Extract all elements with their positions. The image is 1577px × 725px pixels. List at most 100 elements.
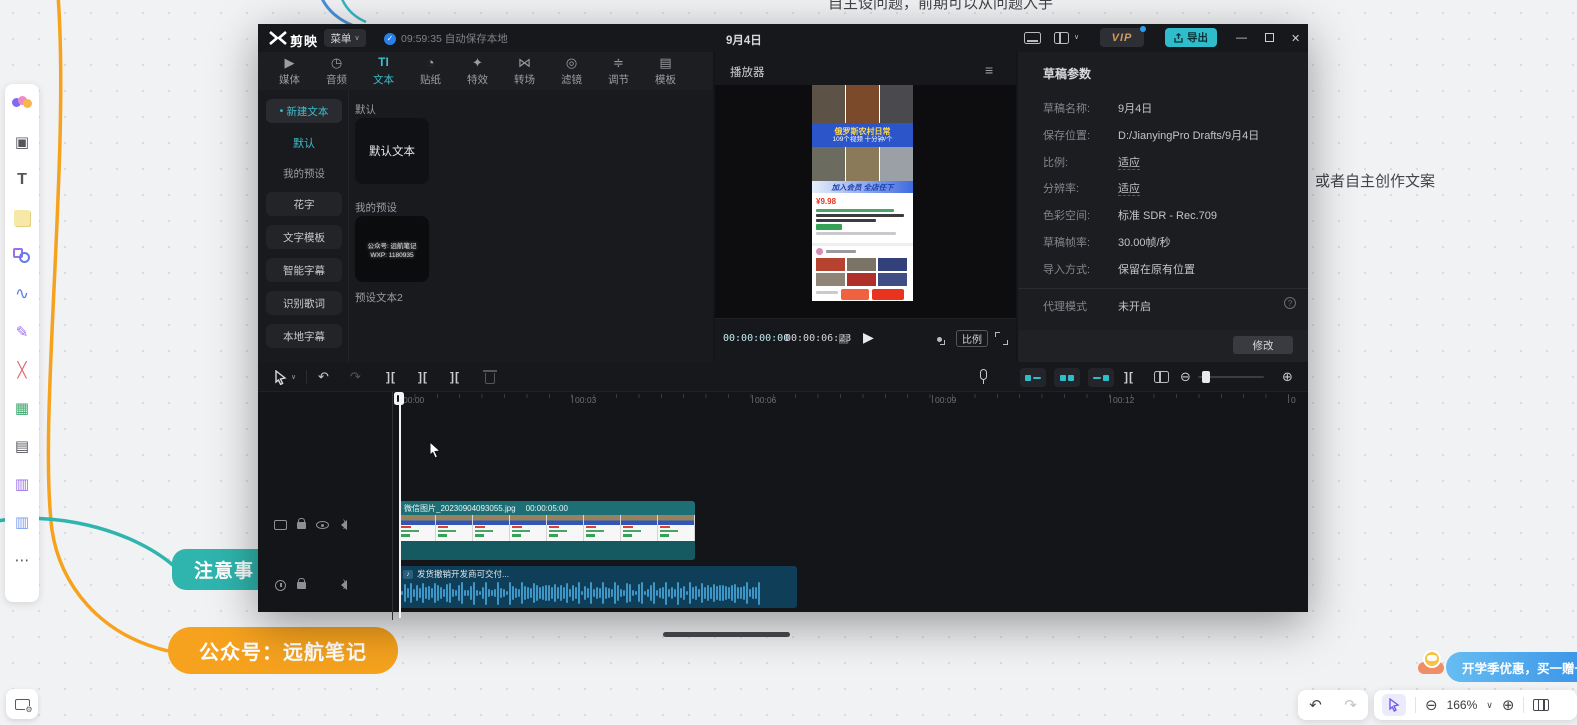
document-tool-icon[interactable]: ▤ xyxy=(10,434,34,458)
default-text-card[interactable]: 默认文本 xyxy=(355,118,429,184)
record-voiceover-icon[interactable] xyxy=(980,369,987,380)
close-button[interactable]: ✕ xyxy=(1291,32,1300,45)
draft-row: 色彩空间:标准 SDR - Rec.709 xyxy=(1043,207,1293,223)
tab-text[interactable]: TI文本 xyxy=(360,52,407,90)
more-tools-icon[interactable]: ⋯ xyxy=(10,548,34,572)
player-menu-icon[interactable]: ≡ xyxy=(985,62,993,78)
filter-icon: ◎ xyxy=(566,56,577,70)
ratio-button[interactable]: 比例 xyxy=(956,330,988,347)
frame-preview-icon[interactable]: ▦ xyxy=(838,331,849,345)
tab-filter[interactable]: ◎滤镜 xyxy=(548,52,595,90)
wb-zoom-out-icon[interactable]: ⊖ xyxy=(1425,698,1438,713)
auto-preview-toggle[interactable] xyxy=(1054,368,1080,387)
wb-redo-icon[interactable]: ↷ xyxy=(1344,698,1357,713)
video-track-mute-icon[interactable] xyxy=(336,520,347,530)
wb-undo-icon[interactable]: ↶ xyxy=(1309,698,1322,713)
maximize-button[interactable] xyxy=(1265,33,1274,42)
canvas-fit-icon[interactable] xyxy=(932,332,945,345)
track-adjust-icon[interactable]: ][ xyxy=(1124,371,1134,383)
tab-media[interactable]: ▶媒体 xyxy=(266,52,313,90)
connector-tool-icon[interactable]: ∿ xyxy=(10,282,34,306)
proxy-info-icon[interactable]: ? xyxy=(1284,297,1296,309)
select-tool-icon[interactable] xyxy=(274,370,287,385)
redo-icon[interactable]: ↷ xyxy=(350,370,361,383)
shape-combo xyxy=(13,248,31,264)
zoom-chevron-icon[interactable]: ∨ xyxy=(1486,701,1493,710)
video-clip-name: 微信图片_20230904093055.jpg xyxy=(404,503,516,514)
audio-track-clock-icon[interactable] xyxy=(275,580,286,591)
minimap-icon[interactable] xyxy=(1533,699,1549,711)
row-value[interactable]: 适应 xyxy=(1118,154,1140,170)
video-canvas: 俄罗斯农村日常 109个视频 十分钟/个 加入会员 全店任下 ¥9.98 xyxy=(715,85,1016,318)
timeline-scrollbar[interactable] xyxy=(663,632,790,637)
export-button[interactable]: 导出 xyxy=(1165,28,1217,47)
track-display-icon[interactable] xyxy=(274,520,287,530)
zoom-level[interactable]: 166% xyxy=(1447,698,1478,712)
timeline-zoom-out-icon[interactable]: ⊖ xyxy=(1180,370,1191,383)
table-tool-icon[interactable]: ▦ xyxy=(10,396,34,420)
play-button[interactable]: ▶ xyxy=(863,329,874,346)
sidebar-item-my-presets[interactable]: 我的预设 xyxy=(266,161,342,185)
sidebar-item-smart-captions[interactable]: 智能字幕 xyxy=(266,258,342,282)
menu-button[interactable]: 菜单 ∨ xyxy=(324,29,366,47)
video-track-visibility-icon[interactable] xyxy=(316,521,329,529)
slider-handle[interactable] xyxy=(1202,371,1210,383)
timeline-ruler[interactable]: 00:00 00:03 00:06 00:09 00:12 0 xyxy=(258,392,1308,408)
minimize-button[interactable]: — xyxy=(1236,32,1247,44)
mindmap-tool-icon[interactable]: ╳ xyxy=(10,358,34,382)
split-left-icon[interactable]: ][ xyxy=(386,371,396,383)
promo-banner[interactable]: 开学季优惠，买一赠一 xyxy=(1446,652,1577,682)
vip-button[interactable]: VIP xyxy=(1100,28,1144,47)
layout-switch-icon[interactable] xyxy=(1054,32,1069,44)
pen-tool-icon[interactable]: ✎ xyxy=(10,320,34,344)
card-tool-icon[interactable]: ▥ xyxy=(10,472,34,496)
timeline-zoom-in-icon[interactable]: ⊕ xyxy=(1282,370,1293,383)
sidebar-item-local-captions[interactable]: 本地字幕 xyxy=(266,324,342,348)
frame-tool-icon[interactable]: ▣ xyxy=(10,130,34,154)
render-preview-icon[interactable] xyxy=(1154,371,1169,383)
templates-blobs xyxy=(12,96,32,112)
sticky-note-tool-icon[interactable] xyxy=(10,206,34,230)
audio-clip[interactable]: ♪ 发货撤销开发商可交付... xyxy=(399,566,797,608)
video-clip[interactable]: 微信图片_20230904093055.jpg 00:00:05:00 xyxy=(399,501,695,560)
split-icon[interactable]: ][ xyxy=(418,371,428,383)
shortcut-keys-icon[interactable] xyxy=(1024,32,1041,44)
sidebar-item-lyrics-recognition[interactable]: 识别歌词 xyxy=(266,291,342,315)
audio-track-mute-icon[interactable] xyxy=(336,580,347,590)
shapes-tool-icon[interactable] xyxy=(10,244,34,268)
tab-label: 贴纸 xyxy=(420,72,441,87)
tab-sticker[interactable]: ◔贴纸 xyxy=(407,52,454,90)
shop-grid-thumb xyxy=(816,258,845,271)
sidebar-item-fancy-text[interactable]: 花字 xyxy=(266,192,342,216)
sidebar-item-new-text[interactable]: •新建文本 xyxy=(266,99,342,123)
video-track-lock-icon[interactable] xyxy=(297,522,306,529)
select-tool-chevron-icon[interactable]: ∨ xyxy=(291,374,296,381)
sidebar-item-default[interactable]: 默认 xyxy=(266,131,342,155)
preset-text-card[interactable]: 公众号: 远航笔记 WXP: 1180935 xyxy=(355,216,429,282)
video-preview: 俄罗斯农村日常 109个视频 十分钟/个 加入会员 全店任下 ¥9.98 xyxy=(812,85,913,301)
modify-button[interactable]: 修改 xyxy=(1233,336,1293,354)
row-value[interactable]: 适应 xyxy=(1118,180,1140,196)
pointer-tool-button[interactable] xyxy=(1382,694,1406,716)
tab-template[interactable]: ▤模板 xyxy=(642,52,689,90)
tab-audio[interactable]: ◷音频 xyxy=(313,52,360,90)
undo-icon[interactable]: ↶ xyxy=(318,370,329,383)
split-right-icon[interactable]: ][ xyxy=(450,371,460,383)
text-tool-icon[interactable]: T xyxy=(10,168,34,192)
sidebar-item-text-template[interactable]: 文字模板 xyxy=(266,225,342,249)
wb-zoom-in-icon[interactable]: ⊕ xyxy=(1502,698,1515,713)
fullscreen-icon[interactable] xyxy=(995,332,1008,345)
audio-track-lock-icon[interactable] xyxy=(297,582,306,589)
snap-toggle[interactable] xyxy=(1020,368,1046,387)
layout-chevron-icon[interactable]: ∨ xyxy=(1074,33,1079,41)
linkage-toggle[interactable] xyxy=(1088,368,1114,387)
mindmap-node-channel[interactable]: 公众号：远航笔记 xyxy=(168,627,398,674)
timeline-zoom-slider[interactable] xyxy=(1198,376,1264,378)
delete-icon[interactable] xyxy=(485,373,495,384)
templates-icon[interactable] xyxy=(10,92,34,116)
tab-transition[interactable]: ⋈转场 xyxy=(501,52,548,90)
kanban-tool-icon[interactable]: ▥ xyxy=(10,510,34,534)
tab-adjust[interactable]: ≑调节 xyxy=(595,52,642,90)
presentation-settings-button[interactable] xyxy=(6,689,38,719)
tab-effects[interactable]: ✦特效 xyxy=(454,52,501,90)
